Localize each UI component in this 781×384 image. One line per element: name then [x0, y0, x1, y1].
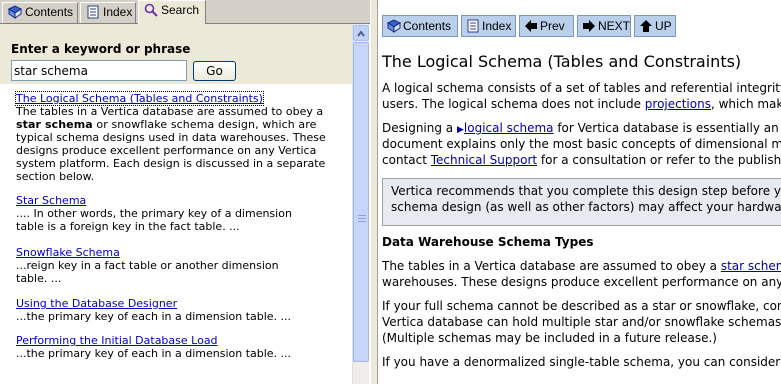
- tab-bar: Contents Index Search: [0, 0, 370, 24]
- logical-schema-link[interactable]: logical schema: [464, 121, 554, 135]
- up-button[interactable]: UP: [634, 15, 676, 37]
- note-line: Vertica recommends that you complete thi…: [391, 184, 781, 198]
- projections-link[interactable]: projections: [645, 97, 711, 111]
- scroll-up-button[interactable]: [353, 25, 369, 41]
- next-button-label: NEXT: [598, 19, 631, 33]
- result-link[interactable]: Snowflake Schema: [16, 246, 346, 259]
- paragraph-line: (Multiple schemas may be included in a f…: [382, 331, 717, 345]
- paragraph-line: The tables in a Vertica database are ass…: [382, 258, 781, 274]
- paragraph-line: Vertica database can hold multiple star …: [382, 315, 781, 329]
- result-snippet-line: ...reign key in a fact table or another …: [16, 259, 279, 272]
- tab-index-label: Index: [103, 5, 133, 19]
- text-span: for Vertica database is essentially an e: [553, 121, 781, 135]
- paragraph-line: users. The logical schema does not inclu…: [382, 96, 781, 112]
- tab-search-label: Search: [161, 3, 200, 17]
- note-box: Vertica recommends that you complete thi…: [382, 178, 781, 226]
- result-link[interactable]: The Logical Schema (Tables and Constrain…: [15, 91, 264, 106]
- paragraph-line: A logical schema consists of a set of ta…: [382, 81, 781, 95]
- result-snippet-line: The tables in a Vertica database are ass…: [16, 105, 324, 118]
- list-item: Performing the Initial Database Load ...…: [16, 334, 346, 360]
- result-link[interactable]: Using the Database Designer: [16, 297, 346, 310]
- result-snippet-line: ...the primary key of each in a dimensio…: [16, 310, 292, 323]
- scroll-grip: [358, 218, 366, 219]
- list-item: Star Schema .... In other words, the pri…: [16, 194, 346, 233]
- help-navigation-pane: Contents Index Search Enter a keyword or…: [0, 0, 370, 384]
- search-heading: Enter a keyword or phrase: [11, 42, 191, 56]
- book-icon: [8, 5, 22, 19]
- search-results: The Logical Schema (Tables and Constrain…: [0, 86, 352, 384]
- text-span: Designing a: [382, 121, 457, 135]
- text-span: , which make: [710, 97, 781, 111]
- index-button[interactable]: Index: [461, 15, 516, 37]
- pane-splitter[interactable]: [370, 0, 378, 384]
- result-snippet-line: .... In other words, the primary key of …: [16, 207, 292, 220]
- tab-contents-label: Contents: [25, 5, 74, 19]
- result-snippet-line: table is a foreign key in the fact table…: [16, 220, 240, 233]
- tab-search[interactable]: Search: [138, 0, 206, 24]
- index-button-label: Index: [482, 19, 512, 33]
- results-scrollbar[interactable]: [352, 24, 369, 384]
- result-snippet-line: designs produce excellent performance on…: [16, 144, 317, 157]
- text-span: for a consultation or refer to the publi…: [537, 153, 781, 167]
- result-snippet-line: ...the primary key of each in a dimensio…: [16, 347, 292, 360]
- book-icon: [387, 19, 401, 33]
- chevron-up-icon: [357, 30, 365, 37]
- tab-contents[interactable]: Contents: [2, 2, 78, 23]
- nav-toolbar: Contents Index Prev NEXT UP: [378, 0, 781, 40]
- search-icon: [144, 3, 158, 17]
- result-snippet-line: star schema or snowflake schema design, …: [16, 118, 317, 131]
- text-span: The tables in a Vertica database are ass…: [382, 259, 721, 273]
- list-item: Using the Database Designer ...the prima…: [16, 297, 346, 323]
- paragraph-line: document explains only the most basic co…: [382, 137, 781, 151]
- paragraph-line: If your full schema cannot be described …: [382, 299, 781, 313]
- result-snippet-line: system platform. Each design is discusse…: [16, 157, 326, 170]
- list-item: The Logical Schema (Tables and Constrain…: [15, 91, 346, 183]
- help-content-pane: Contents Index Prev NEXT UP The Logical …: [378, 0, 781, 384]
- result-snippet-line: table. ...: [16, 272, 62, 285]
- paragraph-line: warehouses. These designs produce excell…: [382, 275, 781, 289]
- list-item: Snowflake Schema ...reign key in a fact …: [16, 246, 346, 285]
- technical-support-link[interactable]: Technical Support: [431, 153, 537, 167]
- scroll-thumb[interactable]: [353, 42, 369, 362]
- page-title: The Logical Schema (Tables and Constrain…: [382, 52, 742, 71]
- note-line: schema design (as well as other factors)…: [391, 200, 781, 214]
- star-schema-link[interactable]: star schem: [721, 259, 781, 273]
- contents-button-label: Contents: [403, 19, 452, 33]
- go-button[interactable]: Go: [193, 61, 236, 81]
- result-snippet-line: section below.: [16, 170, 95, 183]
- contents-button[interactable]: Contents: [382, 15, 458, 37]
- result-link[interactable]: Star Schema: [16, 194, 346, 207]
- result-snippet-line: typical schema designs used in data ware…: [16, 131, 326, 144]
- arrow-up-icon: [640, 20, 652, 32]
- index-icon: [87, 5, 99, 19]
- section-heading: Data Warehouse Schema Types: [382, 235, 594, 249]
- text-span: users. The logical schema does not inclu…: [382, 97, 645, 111]
- index-icon: [467, 19, 479, 33]
- prev-button-label: Prev: [540, 19, 565, 33]
- tab-index[interactable]: Index: [80, 2, 136, 23]
- scroll-grip: [358, 215, 366, 216]
- search-input[interactable]: [11, 60, 187, 81]
- up-button-label: UP: [655, 19, 672, 33]
- scroll-grip: [358, 221, 366, 222]
- paragraph-line: contact Technical Support for a consulta…: [382, 152, 781, 168]
- arrow-left-icon: [525, 20, 537, 32]
- paragraph-line: If you have a denormalized single-table …: [382, 355, 781, 369]
- expand-arrow-icon: ▶: [456, 125, 464, 135]
- prev-button[interactable]: Prev: [519, 15, 574, 37]
- arrow-right-icon: [583, 20, 595, 32]
- text-span: contact: [382, 153, 431, 167]
- result-link[interactable]: Performing the Initial Database Load: [16, 334, 346, 347]
- next-button[interactable]: NEXT: [577, 15, 631, 37]
